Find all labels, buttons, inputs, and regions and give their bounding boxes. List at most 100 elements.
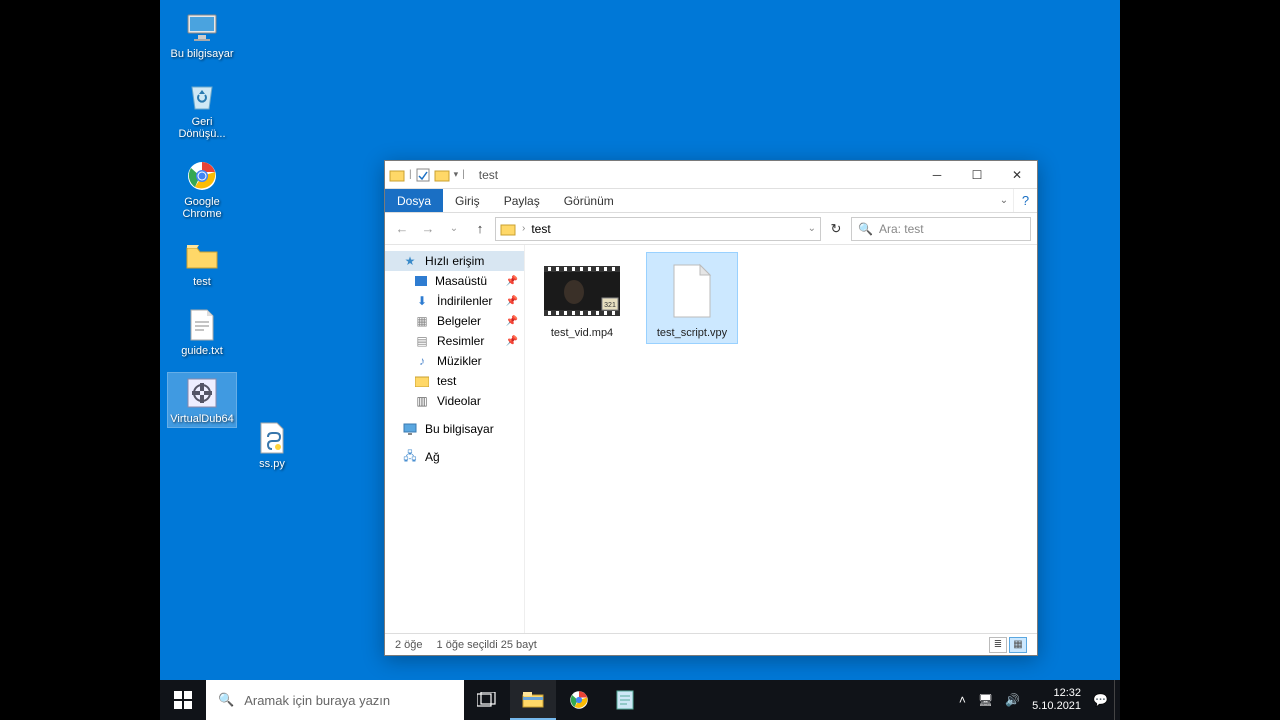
computer-icon [403, 422, 417, 436]
file-item-video[interactable]: 321 test_vid.mp4 [537, 253, 627, 343]
status-selection: 1 öğe seçildi 25 bayt [437, 639, 537, 651]
python-file-icon [254, 420, 290, 456]
help-icon[interactable]: ? [1013, 189, 1037, 212]
nav-up-button[interactable]: ↑ [469, 218, 491, 240]
nav-documents[interactable]: ▦ Belgeler 📌 [385, 311, 524, 331]
letterbox-right [1120, 0, 1280, 720]
desktop-icon-virtualdub[interactable]: VirtualDub64 [168, 373, 236, 427]
address-bar-row: ← → ⌄ ↑ › test ⌄ ↻ 🔍 Ara: test [385, 213, 1037, 245]
nav-desktop[interactable]: Masaüstü 📌 [385, 271, 524, 291]
desktop-icon-recycle-bin[interactable]: Geri Dönüşü... [168, 76, 236, 142]
ribbon-tab-share[interactable]: Paylaş [492, 189, 552, 212]
tray-network-icon[interactable]: 🖥 [978, 693, 993, 707]
video-thumbnail-icon: 321 [544, 257, 620, 325]
letterbox-left [0, 0, 160, 720]
close-button[interactable]: ✕ [997, 161, 1037, 189]
label: guide.txt [181, 345, 223, 357]
star-icon: ★ [403, 254, 417, 268]
system-tray: ˄ 🖥 🔊 12:32 5.10.2021 💬 [953, 680, 1114, 720]
label: Bu bilgisayar [171, 48, 234, 60]
file-label: test_script.vpy [657, 327, 727, 339]
label: Google Chrome [170, 196, 234, 220]
explorer-window: | ▾ | test ─ ☐ ✕ Dosya Giriş Paylaş Görü… [384, 160, 1038, 656]
nav-quick-access[interactable]: ★ Hızlı erişim [385, 251, 524, 271]
ribbon-expand-icon[interactable]: ⌄ [995, 189, 1013, 212]
search-placeholder: Ara: test [879, 222, 924, 236]
taskbar-explorer[interactable] [510, 680, 556, 720]
nav-forward-button[interactable]: → [417, 218, 439, 240]
file-list[interactable]: 321 test_vid.mp4 test_script.vpy [525, 245, 1037, 633]
status-item-count: 2 öğe [395, 639, 423, 651]
titlebar[interactable]: | ▾ | test ─ ☐ ✕ [385, 161, 1037, 189]
refresh-button[interactable]: ↻ [825, 218, 847, 240]
label: Bu bilgisayar [425, 422, 494, 436]
label: İndirilenler [437, 294, 492, 308]
nav-this-pc[interactable]: Bu bilgisayar [385, 419, 524, 439]
clock-time: 12:32 [1032, 687, 1081, 700]
view-details-button[interactable]: ≣ [989, 637, 1007, 653]
taskbar-notepad[interactable] [602, 680, 648, 720]
nav-history-button[interactable]: ⌄ [443, 218, 465, 240]
ribbon-tab-file[interactable]: Dosya [385, 189, 443, 212]
qat-divider: | [409, 169, 412, 180]
dropdown-icon[interactable]: ▾ [454, 169, 459, 180]
maximize-button[interactable]: ☐ [957, 161, 997, 189]
pin-icon: 📌 [506, 276, 518, 287]
nav-network[interactable]: 🖧 Ağ [385, 447, 524, 467]
desktop-icon-this-pc[interactable]: Bu bilgisayar [168, 8, 236, 62]
nav-test[interactable]: test [385, 371, 524, 391]
folder-icon [500, 222, 516, 236]
computer-icon [184, 10, 220, 46]
taskbar: 🔍 Aramak için buraya yazın ˄ 🖥 🔊 12:32 5… [160, 680, 1120, 720]
folder-small-icon [389, 167, 405, 183]
address-bar[interactable]: › test ⌄ [495, 217, 821, 241]
taskbar-clock[interactable]: 12:32 5.10.2021 [1032, 687, 1081, 712]
desktop-icon-chrome[interactable]: Google Chrome [168, 156, 236, 222]
music-icon: ♪ [415, 354, 429, 368]
desktop-icon [415, 276, 427, 286]
ribbon-tabs: Dosya Giriş Paylaş Görünüm ⌄ ? [385, 189, 1037, 213]
folder-icon [415, 374, 429, 388]
label: Geri Dönüşü... [170, 116, 234, 140]
generic-file-icon [654, 257, 730, 325]
search-box[interactable]: 🔍 Ara: test [851, 217, 1031, 241]
label: Hızlı erişim [425, 254, 484, 268]
label: Belgeler [437, 314, 481, 328]
videos-icon: ▥ [415, 394, 429, 408]
desktop-icon-guide-txt[interactable]: guide.txt [168, 305, 236, 359]
ribbon-tab-view[interactable]: Görünüm [552, 189, 626, 212]
nav-back-button[interactable]: ← [391, 218, 413, 240]
chrome-icon [184, 158, 220, 194]
breadcrumb-folder[interactable]: test [531, 222, 550, 236]
nav-pictures[interactable]: ▤ Resimler 📌 [385, 331, 524, 351]
status-bar: 2 öğe 1 öğe seçildi 25 bayt ≣ ▦ [385, 633, 1037, 655]
tray-chevron-icon[interactable]: ˄ [959, 693, 966, 707]
view-icons-button[interactable]: ▦ [1009, 637, 1027, 653]
nav-music[interactable]: ♪ Müzikler [385, 351, 524, 371]
nav-downloads[interactable]: ⬇ İndirilenler 📌 [385, 291, 524, 311]
properties-icon[interactable] [416, 168, 430, 182]
taskbar-search[interactable]: 🔍 Aramak için buraya yazın [206, 680, 464, 720]
svg-text:321: 321 [604, 302, 616, 309]
desktop[interactable]: Bu bilgisayar Geri Dönüşü... Google Chro… [160, 0, 1120, 720]
label: Videolar [437, 394, 481, 408]
folder-icon [184, 238, 220, 274]
desktop-icon-test-folder[interactable]: test [168, 236, 236, 290]
breadcrumb-chevron-icon[interactable]: › [522, 223, 525, 234]
tray-volume-icon[interactable]: 🔊 [1005, 693, 1020, 707]
ribbon-tab-home[interactable]: Giriş [443, 189, 492, 212]
clock-date: 5.10.2021 [1032, 700, 1081, 713]
minimize-button[interactable]: ─ [917, 161, 957, 189]
label: test [193, 276, 211, 288]
show-desktop-button[interactable] [1114, 680, 1120, 720]
task-view-button[interactable] [464, 680, 510, 720]
notifications-icon[interactable]: 💬 [1093, 693, 1108, 707]
nav-videos[interactable]: ▥ Videolar [385, 391, 524, 411]
file-item-script[interactable]: test_script.vpy [647, 253, 737, 343]
text-file-icon [184, 307, 220, 343]
label: VirtualDub64 [170, 413, 233, 425]
desktop-icon-sspy[interactable]: ss.py [238, 418, 306, 472]
taskbar-chrome[interactable] [556, 680, 602, 720]
start-button[interactable] [160, 680, 206, 720]
address-dropdown-icon[interactable]: ⌄ [808, 223, 816, 234]
